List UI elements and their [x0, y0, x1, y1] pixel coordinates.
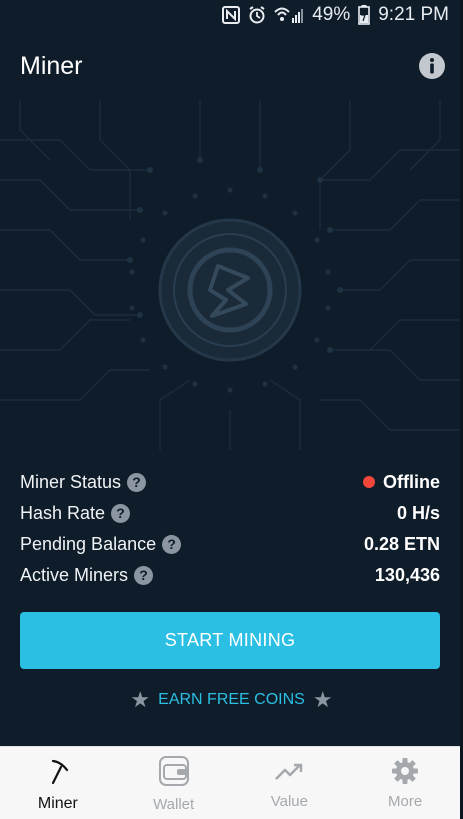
stat-row-hash-rate: Hash Rate ? 0 H/s [20, 498, 440, 528]
pickaxe-icon [51, 759, 68, 785]
nav-item-wallet[interactable]: Wallet [116, 747, 232, 819]
nav-label: Value [270, 793, 308, 810]
battery-icon [358, 5, 371, 25]
electroneum-coin-logo [129, 187, 331, 393]
help-icon[interactable]: ? [111, 503, 131, 523]
nav-label: Miner [37, 795, 78, 812]
page-title: Miner [20, 52, 83, 80]
stat-label: Pending Balance [20, 533, 157, 554]
alarm-icon [248, 6, 266, 24]
help-icon[interactable]: ? [162, 534, 182, 554]
app-bar: Miner [0, 30, 463, 104]
stat-value: 0.28 ETN [363, 533, 440, 554]
nav-item-more[interactable]: More [347, 747, 463, 819]
nav-item-miner[interactable]: Miner [0, 747, 116, 819]
stat-value: Offline [383, 471, 440, 492]
status-bar: 49% 9:21 PM [0, 0, 463, 30]
stat-label: Miner Status [20, 471, 122, 492]
wallet-icon [158, 756, 189, 786]
stat-row-miner-status: Miner Status ? Offline [20, 467, 440, 497]
help-icon[interactable]: ? [134, 565, 154, 585]
stat-label: Active Miners [20, 564, 129, 585]
battery-percent: 49% [312, 4, 351, 25]
stat-value: 0 H/s [396, 502, 440, 523]
status-dot [363, 476, 375, 488]
star-icon: ★ [130, 687, 151, 712]
clock-time: 9:21 PM [378, 4, 449, 25]
stat-row-active-miners: Active Miners ? 130,436 [20, 560, 440, 590]
stat-row-pending-balance: Pending Balance ? 0.28 ETN [20, 529, 440, 559]
nfc-icon [222, 6, 241, 24]
stat-label: Hash Rate [20, 502, 106, 523]
gear-icon [392, 758, 419, 784]
trend-up-icon [275, 763, 303, 780]
wifi-signal-icon [274, 6, 304, 24]
stat-value: 130,436 [374, 564, 440, 585]
start-mining-button[interactable]: START MINING [20, 612, 440, 669]
info-icon[interactable] [418, 52, 446, 80]
nav-label: More [388, 793, 423, 810]
star-icon: ★ [312, 687, 333, 712]
nav-item-value[interactable]: Value [232, 747, 348, 819]
bottom-navigation: Miner Wallet Value More [0, 746, 463, 819]
earn-free-coins-label: EARN FREE COINS [158, 691, 305, 708]
earn-free-coins-link[interactable]: ★ EARN FREE COINS ★ [0, 686, 463, 714]
help-icon[interactable]: ? [127, 472, 147, 492]
nav-label: Wallet [153, 796, 195, 813]
